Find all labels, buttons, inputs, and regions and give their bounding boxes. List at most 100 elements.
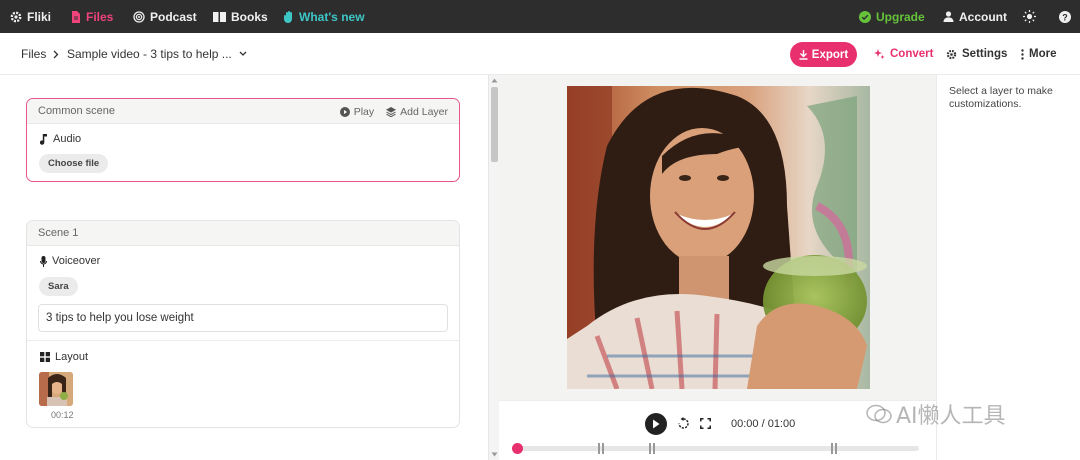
convert-label: Convert bbox=[890, 48, 934, 60]
gear-icon bbox=[946, 49, 957, 59]
breadcrumb-root: Files bbox=[21, 47, 47, 61]
export-button[interactable]: Export bbox=[790, 42, 857, 67]
editor-toolbar: Files Sample video - 3 tips to help ... … bbox=[0, 33, 1080, 75]
scene-marker[interactable] bbox=[831, 443, 839, 454]
nav-whats-new-label: What's new bbox=[299, 9, 365, 24]
top-navigation: Fliki Files Podcast Books What's new Upg… bbox=[0, 0, 1080, 33]
layout-duration: 00:12 bbox=[51, 410, 74, 420]
properties-hint: Select a layer to make customizations. bbox=[949, 85, 1053, 110]
sun-icon bbox=[1023, 10, 1036, 23]
layout-grid-icon bbox=[40, 352, 50, 362]
video-frame[interactable] bbox=[567, 86, 870, 389]
thumbnail-image bbox=[39, 372, 73, 406]
scene-marker[interactable] bbox=[598, 443, 606, 454]
left-panel-scrollbar[interactable] bbox=[488, 75, 499, 460]
convert-button[interactable]: Convert bbox=[874, 33, 933, 75]
timeline-handle[interactable] bbox=[512, 443, 523, 454]
kebab-menu-icon bbox=[1021, 48, 1024, 60]
file-icon bbox=[71, 10, 81, 23]
wechat-logo-icon bbox=[866, 404, 892, 424]
scrollbar-thumb[interactable] bbox=[491, 87, 498, 162]
scene-list-panel: Common scene Play Add Layer Audio Choose… bbox=[0, 75, 488, 460]
scene-1-header: Scene 1 bbox=[27, 221, 459, 246]
breadcrumb-current[interactable]: Sample video - 3 tips to help ... bbox=[67, 33, 247, 75]
book-icon bbox=[213, 11, 226, 22]
play-scene-button[interactable]: Play bbox=[339, 105, 375, 118]
layout-section-label: Layout bbox=[40, 351, 88, 363]
nav-podcast[interactable]: Podcast bbox=[133, 0, 197, 33]
breadcrumb-files[interactable]: Files bbox=[21, 33, 46, 75]
scene-1-card: Scene 1 Voiceover Sara 3 tips to help yo… bbox=[26, 220, 460, 428]
theme-toggle[interactable] bbox=[1023, 0, 1036, 33]
voice-selector[interactable]: Sara bbox=[39, 277, 78, 296]
hand-wave-icon bbox=[284, 10, 294, 23]
chevron-right-icon bbox=[53, 50, 59, 58]
play-circle-icon bbox=[339, 106, 350, 117]
podcast-icon bbox=[133, 10, 145, 23]
layers-icon bbox=[386, 106, 397, 117]
time-display: 00:00 / 01:00 bbox=[731, 418, 796, 430]
scroll-up-icon[interactable] bbox=[491, 78, 498, 83]
document-title: Sample video - 3 tips to help ... bbox=[67, 47, 232, 61]
svg-text:?: ? bbox=[1062, 12, 1068, 22]
export-label: Export bbox=[811, 48, 849, 61]
common-scene-actions: Play Add Layer bbox=[339, 99, 448, 124]
common-scene-header: Common scene Play Add Layer bbox=[27, 99, 459, 124]
watermark: AI懒人工具 bbox=[866, 398, 1006, 430]
preview-image bbox=[567, 86, 870, 389]
nav-upgrade[interactable]: Upgrade bbox=[859, 0, 925, 33]
nav-podcast-label: Podcast bbox=[150, 9, 197, 24]
gear-logo-icon bbox=[10, 11, 22, 23]
nav-whats-new[interactable]: What's new bbox=[284, 0, 365, 33]
settings-label: Settings bbox=[962, 48, 1008, 60]
play-label: Play bbox=[353, 105, 375, 118]
nav-books[interactable]: Books bbox=[213, 0, 268, 33]
layout-thumbnail[interactable] bbox=[39, 372, 73, 406]
watermark-text: AI懒人工具 bbox=[896, 404, 1006, 429]
nav-books-label: Books bbox=[231, 9, 268, 24]
common-scene-title: Common scene bbox=[38, 105, 116, 117]
more-button[interactable]: More bbox=[1021, 33, 1056, 75]
settings-button[interactable]: Settings bbox=[946, 33, 1007, 75]
brand-logo[interactable]: Fliki bbox=[10, 0, 51, 33]
replay-icon[interactable] bbox=[677, 417, 690, 430]
nav-upgrade-label: Upgrade bbox=[876, 9, 925, 24]
chevron-down-icon bbox=[239, 51, 247, 56]
music-note-icon bbox=[40, 133, 47, 145]
choose-file-label: Choose file bbox=[48, 158, 100, 169]
help-button[interactable]: ? bbox=[1059, 0, 1071, 33]
audio-section-label: Audio bbox=[40, 133, 81, 145]
nav-account-label: Account bbox=[959, 9, 1007, 24]
user-icon bbox=[943, 11, 954, 22]
voice-name: Sara bbox=[48, 281, 69, 292]
nav-files-label: Files bbox=[86, 9, 114, 24]
script-text-input[interactable]: 3 tips to help you lose weight bbox=[38, 304, 448, 332]
voiceover-label: Voiceover bbox=[52, 255, 101, 267]
fullscreen-icon[interactable] bbox=[700, 418, 711, 429]
microphone-icon bbox=[40, 255, 47, 267]
sparkle-icon bbox=[874, 48, 885, 59]
add-layer-button[interactable]: Add Layer bbox=[386, 106, 448, 118]
common-scene-card: Common scene Play Add Layer Audio Choose… bbox=[26, 98, 460, 182]
play-icon bbox=[653, 419, 660, 429]
audio-label: Audio bbox=[53, 133, 82, 145]
timeline-track[interactable] bbox=[512, 443, 919, 454]
more-label: More bbox=[1029, 48, 1057, 60]
layout-label: Layout bbox=[55, 351, 89, 363]
scene-marker[interactable] bbox=[649, 443, 657, 454]
breadcrumb-separator bbox=[53, 33, 59, 75]
choose-file-button[interactable]: Choose file bbox=[39, 154, 109, 173]
scene-1-title: Scene 1 bbox=[38, 227, 79, 239]
voiceover-section-label: Voiceover bbox=[40, 255, 100, 267]
nav-account[interactable]: Account bbox=[943, 0, 1007, 33]
download-icon bbox=[799, 49, 808, 60]
add-layer-label: Add Layer bbox=[400, 105, 448, 118]
scroll-down-icon[interactable] bbox=[491, 452, 498, 457]
question-icon: ? bbox=[1059, 10, 1071, 23]
script-text: 3 tips to help you lose weight bbox=[46, 312, 194, 324]
check-circle-icon bbox=[859, 10, 871, 23]
brand-name: Fliki bbox=[27, 9, 52, 24]
section-divider bbox=[27, 340, 459, 341]
play-button[interactable] bbox=[645, 413, 667, 435]
nav-files[interactable]: Files bbox=[71, 0, 113, 33]
